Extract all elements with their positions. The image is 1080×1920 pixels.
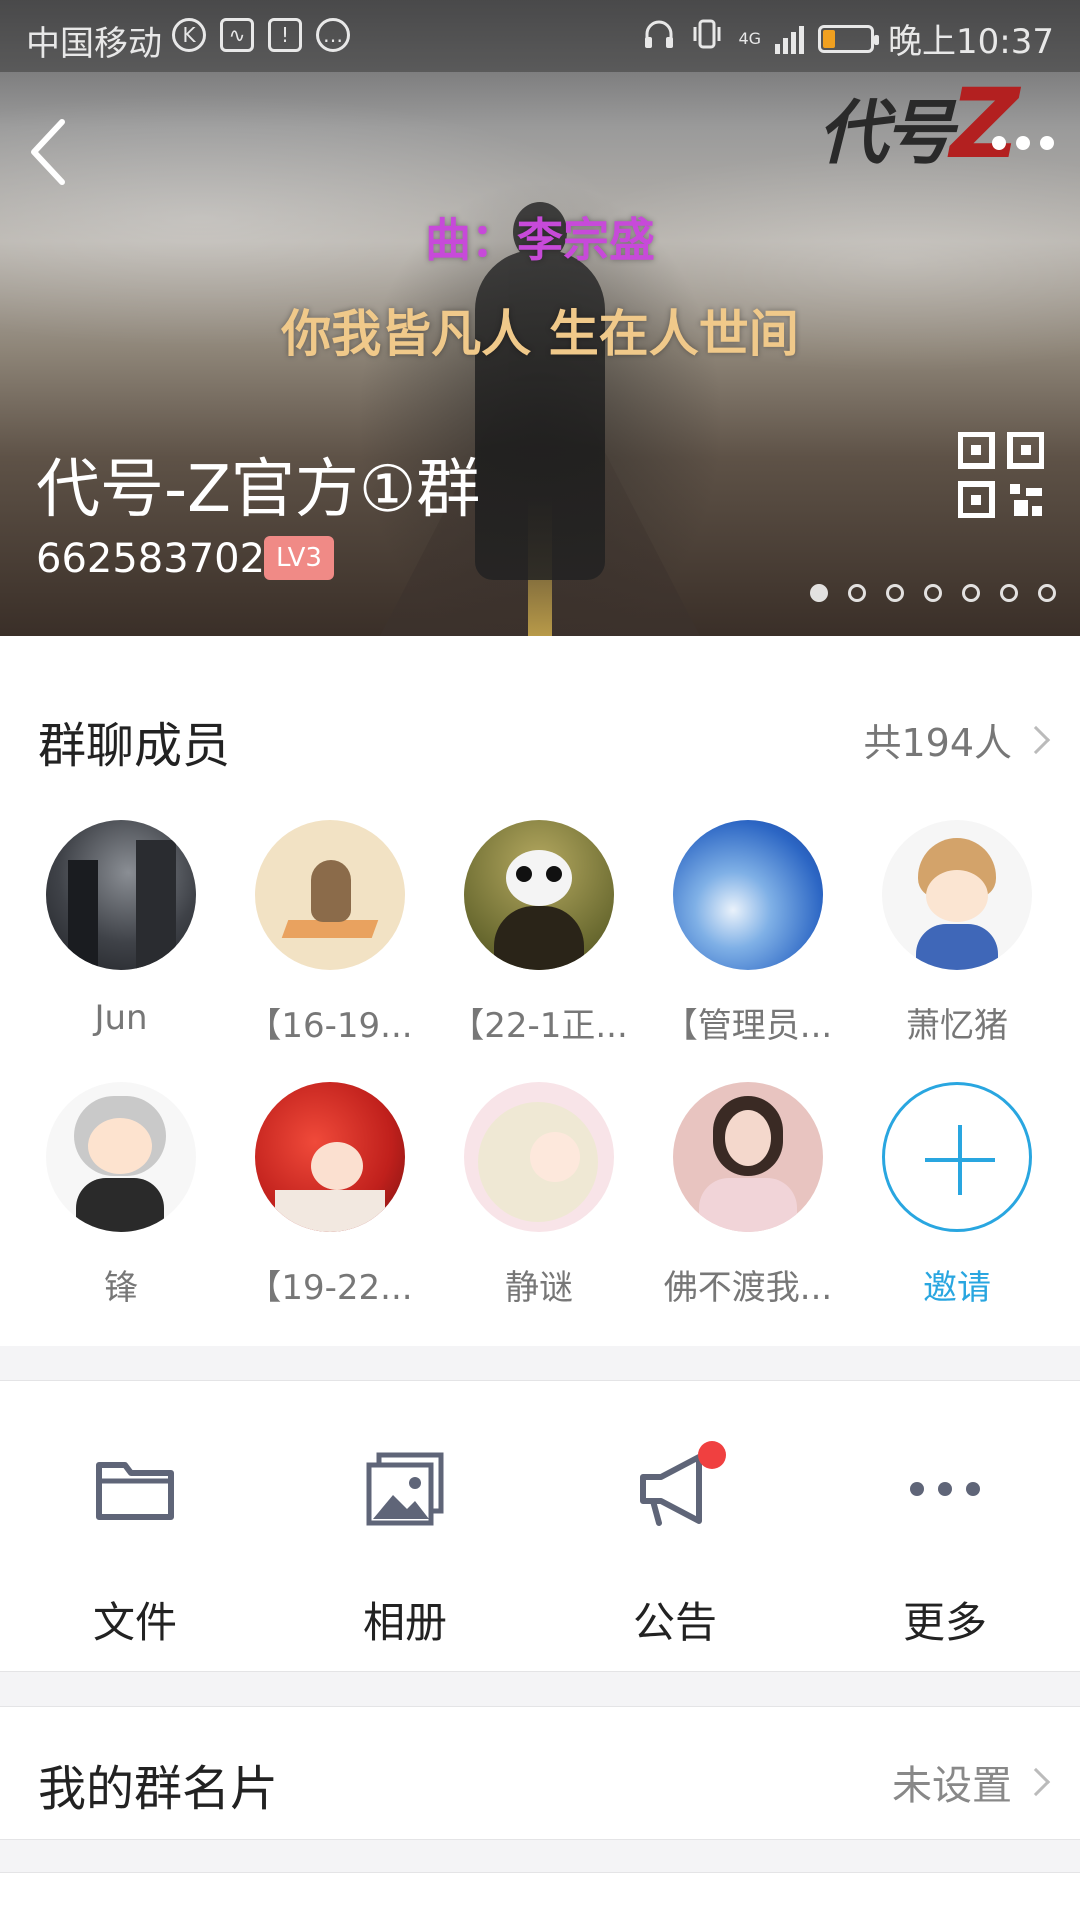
carousel-dot [1000,584,1018,602]
cover-lyric-composer: 曲：李宗盛 [425,213,655,267]
chevron-right-icon [1021,1767,1051,1797]
group-cover-banner[interactable]: 代号Z 曲：李宗盛 你我皆凡人 生在人世间 代号-Z官方①群 662583702… [0,0,1080,636]
members-section: 群聊成员 共194人 Jun 【16-19... 【22-1正... 【管理员.… [0,636,1080,1346]
carousel-dot [886,584,904,602]
tool-more[interactable]: 更多 [810,1381,1080,1673]
group-name: 代号-Z官方①群 [36,453,481,527]
members-title: 群聊成员 [38,718,231,774]
folder-icon [95,1451,175,1527]
chibi-hood-avatar [46,1082,196,1232]
panda-mona-lisa-avatar [464,820,614,970]
more-dots-icon [905,1451,985,1527]
member-name: 静谜 [505,1268,573,1308]
qr-code-icon[interactable] [957,431,1045,519]
member-count-label: 共194人 [863,721,1012,765]
tool-announcement[interactable]: 公告 [540,1381,810,1673]
headphones-icon [642,17,676,60]
clock: 晚上10:37 [888,22,1054,62]
my-card-title: 我的群名片 [38,1761,279,1817]
carousel-dot [962,584,980,602]
vibrate-icon [690,17,724,60]
more-options-button[interactable] [992,136,1054,150]
level-badge: LV3 [264,536,334,580]
member-item[interactable]: 萧忆猪 [867,820,1047,1047]
activity-icon: ∿ [220,18,254,52]
red-hair-anime-avatar [255,1082,405,1232]
member-item[interactable]: 佛不渡我... [658,1082,838,1309]
next-row-stub [0,1872,1080,1920]
carousel-dots [810,584,1056,602]
member-name: Jun [94,998,148,1038]
plus-icon [882,1082,1032,1232]
tool-label: 相册 [362,1598,447,1647]
chevron-right-icon [1021,725,1051,754]
member-item[interactable]: 锋 [31,1082,211,1309]
my-card-value-wrap: 未设置 [892,1753,1051,1811]
carousel-dot [810,584,828,602]
back-button[interactable] [22,112,82,192]
tool-label: 公告 [632,1598,717,1647]
group-info-page: 代号Z 曲：李宗盛 你我皆凡人 生在人世间 代号-Z官方①群 662583702… [0,0,1080,1920]
carousel-dot [924,584,942,602]
back-arrow-icon [31,119,65,185]
signal-icon [775,24,805,54]
cat-meditating-avatar [255,820,405,970]
cover-game-logo: 代号Z [818,68,1020,180]
tool-label: 文件 [92,1598,177,1647]
member-name: 【22-1正... [450,1006,628,1046]
white-hair-anime-avatar [464,1082,614,1232]
status-bar: 中国移动 K ∿ ! … 4G 晚上10:37 [0,0,1080,72]
chat-bubble-icon: … [316,18,350,52]
unread-badge [698,1441,726,1469]
member-item[interactable]: 【19-22... [240,1082,420,1309]
member-item[interactable]: Jun [31,820,211,1038]
blue-sky-avatar [673,820,823,970]
member-name: 锋 [104,1268,138,1308]
tool-album[interactable]: 相册 [270,1381,540,1673]
invite-button[interactable]: 邀请 [867,1082,1047,1309]
carousel-dot [848,584,866,602]
group-id: 662583702 [36,536,266,582]
my-card-value: 未设置 [892,1763,1012,1809]
notification-icons: K ∿ ! … [172,18,350,52]
my-group-card-row[interactable]: 我的群名片 未设置 [0,1706,1080,1840]
member-name: 【管理员... [663,1006,833,1046]
alert-icon: ! [268,18,302,52]
battery-icon [818,24,880,53]
status-right: 4G 晚上10:37 [642,14,1054,63]
tool-files[interactable]: 文件 [0,1381,270,1673]
k-app-icon: K [172,18,206,52]
member-item[interactable]: 静谜 [449,1082,629,1309]
invite-label: 邀请 [923,1268,991,1308]
member-name: 佛不渡我... [663,1268,833,1308]
member-item[interactable]: 【16-19... [240,820,420,1047]
tool-label: 更多 [902,1598,987,1647]
group-tools: 文件 相册 公告 更多 [0,1380,1080,1672]
carrier-label: 中国移动 [26,24,162,64]
member-name: 【16-19... [247,1006,413,1046]
member-name: 萧忆猪 [906,1006,1008,1046]
member-item[interactable]: 【管理员... [658,820,838,1047]
member-count-link[interactable]: 共194人 [863,712,1051,767]
cover-lyric-line: 你我皆凡人 生在人世间 [281,305,799,363]
dark-city-avatar [46,820,196,970]
network-type: 4G [738,28,762,48]
member-name: 【19-22... [247,1268,413,1308]
anime-boy-avatar [882,820,1032,970]
girl-photo-avatar [673,1082,823,1232]
album-icon [365,1451,445,1527]
member-item[interactable]: 【22-1正... [449,820,629,1047]
carousel-dot [1038,584,1056,602]
